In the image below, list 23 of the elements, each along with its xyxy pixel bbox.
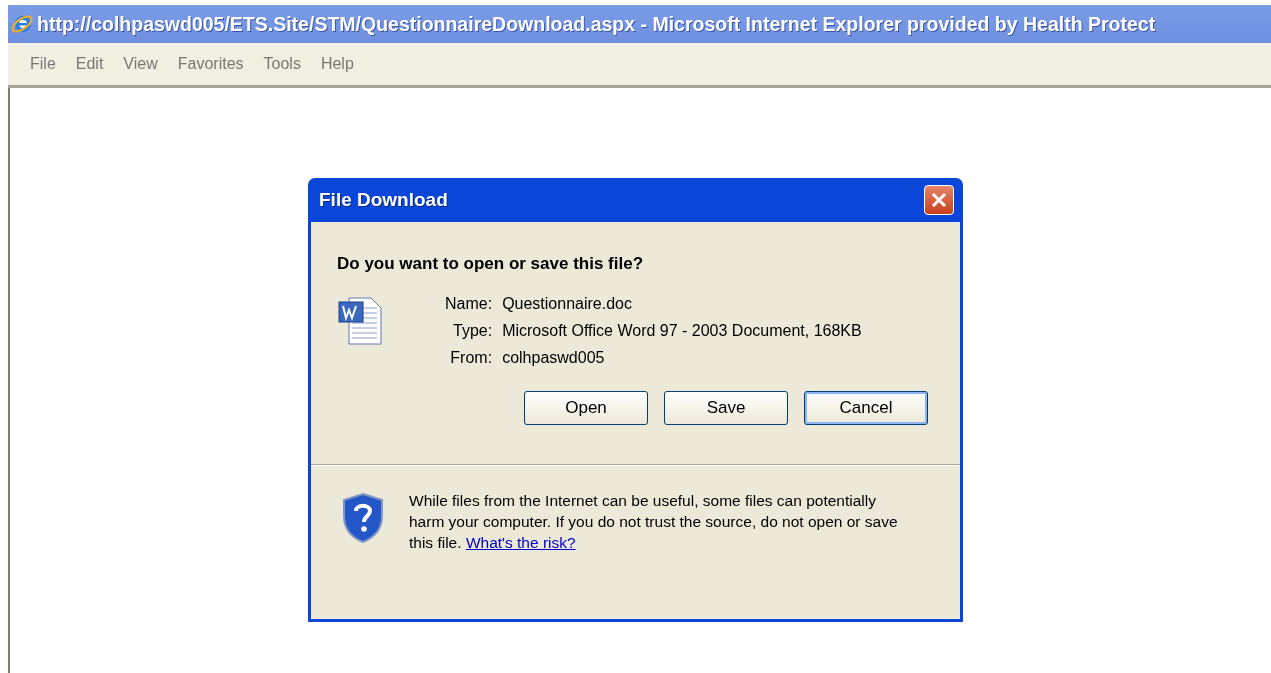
dialog-button[interactable]: Open (524, 391, 648, 425)
field-value: Microsoft Office Word 97 - 2003 Document, 168KB (502, 322, 862, 340)
help-shield-icon (341, 492, 385, 544)
menu-item[interactable]: Tools (253, 55, 311, 73)
menu-item[interactable]: File (20, 55, 66, 73)
menu-item[interactable]: Favorites (167, 55, 254, 73)
warning-text: While files from the Internet can be useful, some files can potentially harm your computer. If you do not trust the source, do not open or save this file. What's the risk? (409, 491, 899, 553)
menu-item[interactable]: Edit (65, 55, 114, 73)
close-button[interactable] (924, 185, 954, 215)
dialog-question: Do you want to open or save this file? (337, 254, 645, 274)
window-title: http://colhpaswd005/ETS.Site/STM/QuestionnaireDownload.aspx - Microsoft Internet Explorer provided by Health Protect (37, 12, 1156, 36)
field-value: colhpaswd005 (502, 349, 606, 367)
field-value: Questionnaire.doc (502, 295, 633, 313)
menu-item[interactable]: View (113, 55, 168, 73)
dialog-button[interactable]: Save (664, 391, 788, 425)
dialog-title: File Download (319, 189, 448, 211)
field-label: Name: (445, 295, 493, 313)
dialog-button[interactable]: Cancel (804, 391, 928, 425)
menu-item[interactable]: Help (310, 55, 364, 73)
risk-link[interactable]: What's the risk? (465, 534, 576, 551)
field-label: Type: (452, 322, 493, 340)
close-icon (930, 191, 948, 209)
field-label: From: (449, 349, 493, 367)
